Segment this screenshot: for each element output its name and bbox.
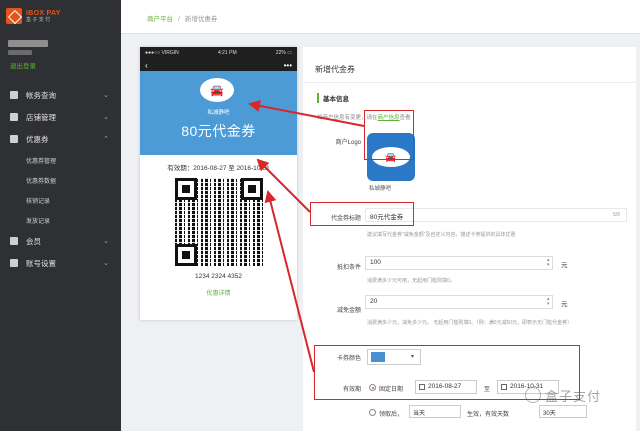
arrow-to-title bbox=[256, 158, 311, 213]
arrow-to-logo bbox=[248, 100, 365, 127]
annotation-arrows bbox=[248, 100, 365, 373]
arrow-to-validity bbox=[264, 190, 315, 373]
watermark-text: 盒子支付 bbox=[545, 389, 602, 404]
wechat-watermark-icon bbox=[525, 387, 541, 403]
